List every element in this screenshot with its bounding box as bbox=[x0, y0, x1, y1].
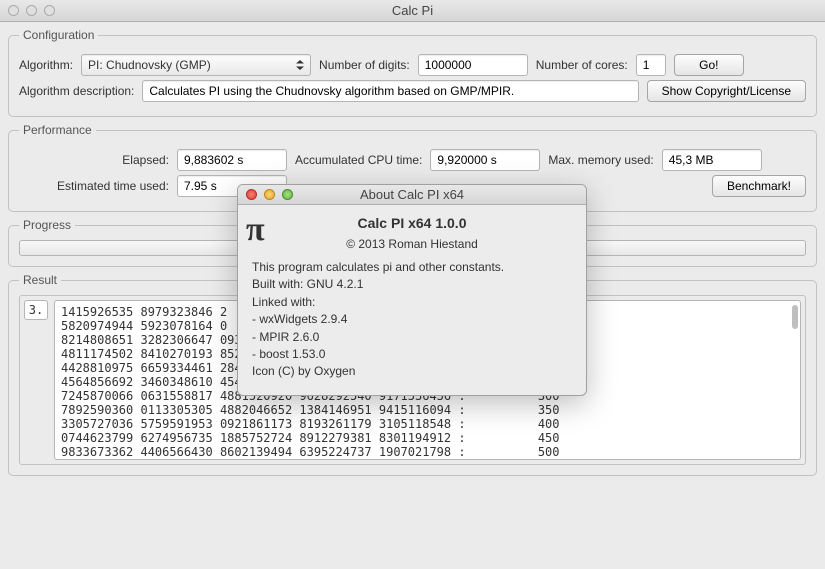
algo-desc-field[interactable] bbox=[142, 80, 638, 102]
algorithm-value: PI: Chudnovsky (GMP) bbox=[88, 58, 211, 72]
about-desc: This program calculates pi and other con… bbox=[252, 259, 572, 276]
about-copyright: © 2013 Roman Hiestand bbox=[252, 237, 572, 251]
about-titlebar: About Calc PI x64 bbox=[238, 185, 586, 205]
window-title: Calc Pi bbox=[0, 3, 825, 18]
about-title: Calc PI x64 1.0.0 bbox=[252, 215, 572, 231]
main-titlebar: Calc Pi bbox=[0, 0, 825, 22]
scrollbar-thumb-icon[interactable] bbox=[792, 305, 798, 329]
elapsed-label: Elapsed: bbox=[19, 153, 169, 167]
benchmark-button[interactable]: Benchmark! bbox=[712, 175, 806, 197]
result-legend: Result bbox=[19, 273, 61, 287]
about-built: Built with: GNU 4.2.1 bbox=[252, 276, 572, 293]
show-license-button[interactable]: Show Copyright/License bbox=[647, 80, 806, 102]
cores-label: Number of cores: bbox=[536, 58, 628, 72]
accum-field bbox=[430, 149, 540, 171]
about-linked: Linked with: bbox=[252, 294, 572, 311]
performance-legend: Performance bbox=[19, 123, 96, 137]
about-text: This program calculates pi and other con… bbox=[252, 259, 572, 381]
config-group: Configuration Algorithm: PI: Chudnovsky … bbox=[8, 28, 817, 117]
algorithm-label: Algorithm: bbox=[19, 58, 73, 72]
algo-desc-label: Algorithm description: bbox=[19, 84, 134, 98]
about-lib1: - wxWidgets 2.9.4 bbox=[252, 311, 572, 328]
mem-label: Max. memory used: bbox=[548, 153, 653, 167]
result-prefix: 3. bbox=[24, 300, 48, 320]
accum-label: Accumulated CPU time: bbox=[295, 153, 422, 167]
about-body: π Calc PI x64 1.0.0 © 2013 Roman Hiestan… bbox=[238, 205, 586, 395]
about-lib2: - MPIR 2.6.0 bbox=[252, 329, 572, 346]
est-label: Estimated time used: bbox=[19, 179, 169, 193]
digits-label: Number of digits: bbox=[319, 58, 410, 72]
go-button[interactable]: Go! bbox=[674, 54, 744, 76]
elapsed-field bbox=[177, 149, 287, 171]
about-lib3: - boost 1.53.0 bbox=[252, 346, 572, 363]
mem-field bbox=[662, 149, 762, 171]
about-dialog: About Calc PI x64 π Calc PI x64 1.0.0 © … bbox=[237, 184, 587, 396]
about-icon-credit: Icon (C) by Oxygen bbox=[252, 363, 572, 380]
digits-input[interactable] bbox=[418, 54, 528, 76]
pi-icon: π bbox=[246, 211, 265, 249]
config-legend: Configuration bbox=[19, 28, 98, 42]
about-title-bar: About Calc PI x64 bbox=[238, 187, 586, 202]
algorithm-select[interactable]: PI: Chudnovsky (GMP) bbox=[81, 54, 311, 76]
cores-input[interactable] bbox=[636, 54, 666, 76]
progress-legend: Progress bbox=[19, 218, 75, 232]
